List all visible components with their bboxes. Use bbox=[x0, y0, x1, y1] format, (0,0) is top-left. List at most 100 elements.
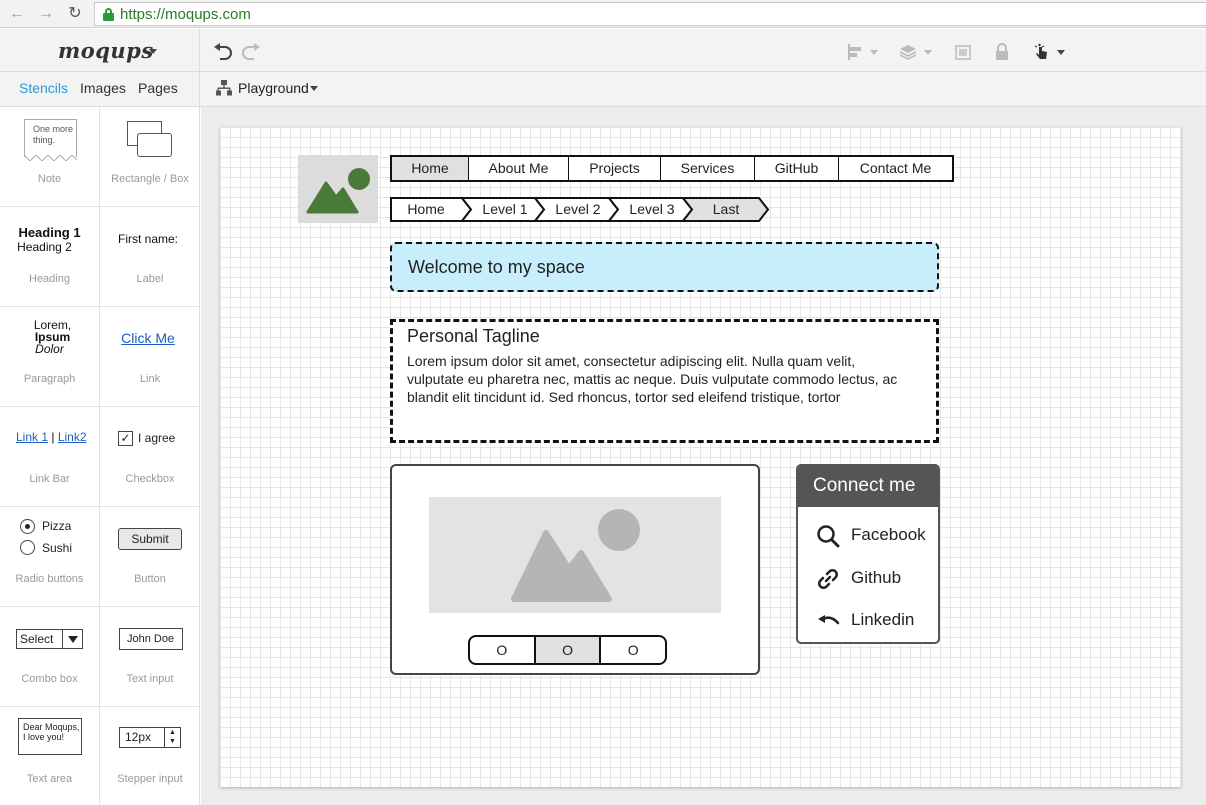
image-icon bbox=[306, 168, 370, 214]
stencil-combo-box[interactable]: Select Combo box bbox=[0, 607, 100, 707]
nav-item-home[interactable]: Home bbox=[392, 157, 469, 180]
nav-bar: Home About Me Projects Services GitHub C… bbox=[390, 155, 954, 182]
interaction-icon[interactable] bbox=[1033, 42, 1049, 61]
stencil-label: Combo box bbox=[21, 673, 78, 685]
stencil-label: Rectangle / Box bbox=[111, 173, 189, 185]
sitemap-icon bbox=[216, 80, 232, 96]
stencil-label: Radio buttons bbox=[15, 573, 84, 585]
lock-icon bbox=[103, 8, 114, 21]
canvas[interactable]: Home About Me Projects Services GitHub C… bbox=[220, 127, 1181, 787]
stencil-radio-buttons[interactable]: Pizza Sushi Radio buttons bbox=[0, 507, 100, 607]
connect-label: Linkedin bbox=[851, 610, 915, 629]
connect-title: Connect me bbox=[798, 466, 938, 507]
connect-label: Facebook bbox=[851, 525, 926, 544]
nav-item-github[interactable]: GitHub bbox=[755, 157, 839, 180]
canvas-area: Home About Me Projects Services GitHub C… bbox=[201, 107, 1206, 805]
link-preview: Click Me bbox=[121, 330, 175, 346]
tagline-title: Personal Tagline bbox=[407, 326, 540, 346]
address-bar[interactable]: https://moqups.com bbox=[94, 2, 1206, 26]
nav-item-services[interactable]: Services bbox=[661, 157, 755, 180]
align-icon[interactable] bbox=[847, 44, 863, 60]
tab-stencils[interactable]: Stencils bbox=[19, 80, 68, 96]
stencil-panel: One more thing. Note Rectangle / Box Hea… bbox=[0, 107, 200, 805]
stencil-label: Stepper input bbox=[117, 773, 183, 785]
link-icon bbox=[818, 569, 838, 589]
breadcrumb-item[interactable]: Level 3 bbox=[617, 197, 687, 222]
redo-icon[interactable] bbox=[241, 43, 261, 60]
carousel-dot[interactable]: O bbox=[470, 637, 536, 663]
stencil-rectangle[interactable]: Rectangle / Box bbox=[100, 107, 200, 207]
checkmark-icon: ✓ bbox=[118, 431, 133, 446]
app-header: moqups bbox=[0, 29, 1206, 72]
search-icon bbox=[817, 525, 840, 548]
page-selector[interactable]: Playground bbox=[238, 80, 309, 96]
stencil-link[interactable]: Click Me Link bbox=[100, 307, 200, 407]
stencil-label: Text input bbox=[126, 673, 174, 685]
text-input-preview: John Doe bbox=[119, 628, 183, 650]
carousel-dot[interactable]: O bbox=[601, 637, 665, 663]
radio-preview: Sushi bbox=[42, 541, 73, 555]
chevron-down-icon bbox=[62, 630, 82, 648]
breadcrumb-item[interactable]: Level 2 bbox=[543, 197, 613, 222]
stencil-label: Paragraph bbox=[23, 373, 76, 385]
heading-preview: Heading 1 bbox=[18, 225, 81, 240]
reload-icon[interactable]: ↻ bbox=[66, 5, 84, 23]
tagline-body: Lorem ipsum dolor sit amet, consectetur … bbox=[407, 353, 898, 405]
stencil-heading[interactable]: Heading 1 Heading 2 Heading bbox=[0, 207, 100, 307]
label-preview: First name: bbox=[117, 232, 178, 246]
stencil-stepper-input[interactable]: 12px ▲ ▼ Stepper input bbox=[100, 707, 200, 805]
stencil-text-area[interactable]: Dear Moqups, I love you! Text area bbox=[0, 707, 100, 805]
stencil-label: Text area bbox=[26, 773, 73, 785]
welcome-banner[interactable]: Welcome to my space bbox=[390, 242, 939, 292]
chevron-down-icon[interactable] bbox=[870, 50, 878, 55]
stencil-text-input[interactable]: John Doe Text input bbox=[100, 607, 200, 707]
forward-icon[interactable]: → bbox=[37, 5, 55, 23]
stencil-checkbox[interactable]: ✓ I agree Checkbox bbox=[100, 407, 200, 507]
carousel-pager: O O O bbox=[468, 635, 667, 665]
nav-item-contact[interactable]: Contact Me bbox=[839, 157, 952, 180]
tagline-box[interactable]: Personal Tagline Lorem ipsum dolor sit a… bbox=[390, 319, 939, 443]
tab-images[interactable]: Images bbox=[80, 80, 126, 96]
image-carousel[interactable]: O O O bbox=[390, 464, 760, 675]
nav-item-about[interactable]: About Me bbox=[469, 157, 569, 180]
stencil-label: Label bbox=[136, 273, 164, 285]
stencil-label[interactable]: First name: Label bbox=[100, 207, 200, 307]
chevron-down-icon bbox=[149, 49, 157, 54]
stencil-label: Link Bar bbox=[29, 473, 70, 485]
combo-preview: Select bbox=[16, 629, 83, 649]
radio-preview: Pizza bbox=[42, 519, 72, 533]
lock-icon[interactable] bbox=[995, 43, 1009, 61]
breadcrumb-item[interactable]: Home bbox=[390, 197, 462, 222]
nav-item-projects[interactable]: Projects bbox=[569, 157, 661, 180]
back-icon[interactable]: ← bbox=[8, 5, 26, 23]
stepper-preview: 12px ▲ ▼ bbox=[119, 727, 181, 748]
undo-icon[interactable] bbox=[213, 43, 233, 60]
checkbox-preview: I agree bbox=[138, 431, 176, 445]
app-logo: moqups bbox=[58, 38, 154, 63]
combo-preview-text: Select bbox=[20, 632, 54, 646]
rectangle-preview bbox=[137, 133, 172, 157]
sub-header: Stencils Images Pages Playground bbox=[0, 72, 1206, 107]
link-preview: Link 1 bbox=[16, 430, 49, 444]
note-preview: One more thing. bbox=[24, 119, 77, 157]
chevron-down-icon[interactable] bbox=[1057, 50, 1065, 55]
carousel-dot[interactable]: O bbox=[535, 637, 602, 663]
url-text: https://moqups.com bbox=[120, 6, 251, 23]
logo-menu[interactable]: moqups bbox=[0, 29, 200, 72]
text-area-preview: Dear Moqups, I love you! bbox=[18, 718, 82, 755]
logo-image-placeholder[interactable] bbox=[298, 155, 378, 223]
chevron-down-icon[interactable] bbox=[924, 50, 932, 55]
chevron-down-icon[interactable] bbox=[310, 86, 318, 91]
tab-pages[interactable]: Pages bbox=[138, 80, 178, 96]
stencil-button[interactable]: Submit Button bbox=[100, 507, 200, 607]
connect-label: Github bbox=[851, 568, 902, 587]
layers-icon[interactable] bbox=[899, 44, 917, 60]
breadcrumb-item[interactable]: Last bbox=[691, 197, 761, 222]
breadcrumb-item[interactable]: Level 1 bbox=[470, 197, 540, 222]
stencil-label: Checkbox bbox=[125, 473, 175, 485]
stencil-paragraph[interactable]: Lorem, Ipsum Dolor Paragraph bbox=[0, 307, 100, 407]
stencil-note[interactable]: One more thing. Note bbox=[0, 107, 100, 207]
group-icon[interactable] bbox=[954, 44, 972, 61]
stencil-link-bar[interactable]: Link 1 | Link2 Link Bar bbox=[0, 407, 100, 507]
browser-toolbar: ← → ↻ https://moqups.com bbox=[0, 0, 1206, 28]
